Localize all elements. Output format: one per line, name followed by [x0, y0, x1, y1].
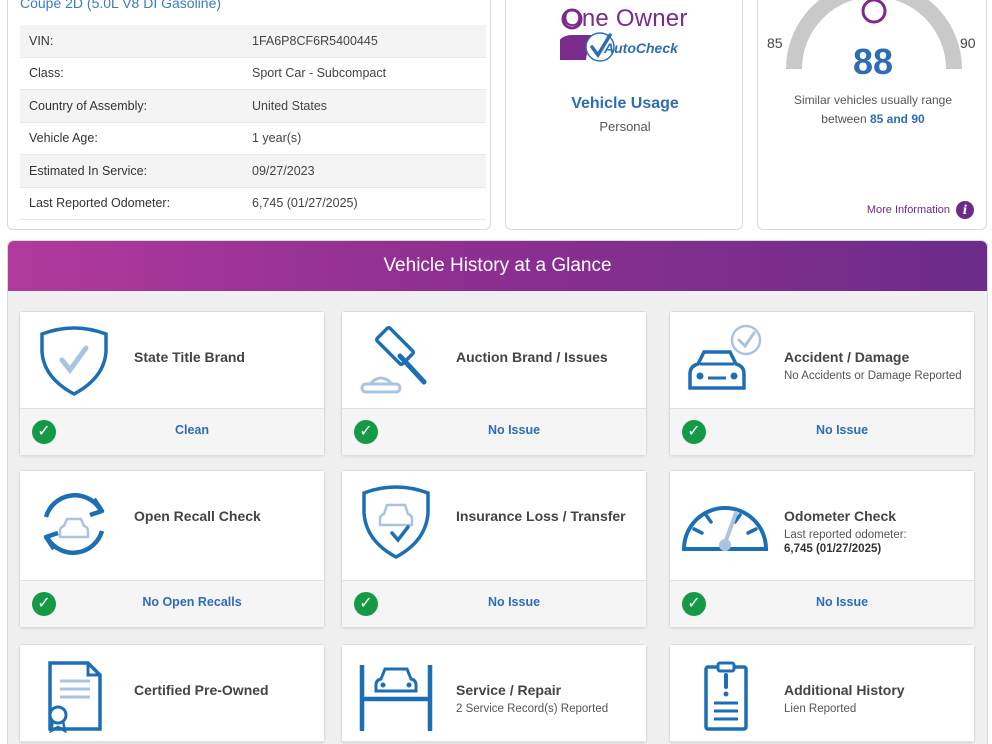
spec-row-odometer: Last Reported Odometer: 6,745 (01/27/202… — [20, 188, 486, 220]
spec-row-class: Class: Sport Car - Subcompact — [20, 58, 486, 90]
car-lift-icon — [359, 665, 433, 731]
card-top: Open Recall Check — [20, 471, 324, 581]
spec-value: 1 year(s) — [252, 131, 302, 146]
spec-table: VIN: 1FA6P8CF6R5400445 Class: Sport Car … — [20, 25, 486, 220]
info-icon[interactable]: i — [956, 201, 974, 219]
card-top: Accident / Damage No Accidents or Damage… — [670, 312, 974, 409]
autocheck-score-panel: 85 90 88 Similar vehicles usually range … — [757, 0, 987, 230]
spec-value: 6,745 (01/27/2025) — [252, 196, 358, 211]
spec-label: Country of Assembly: — [29, 98, 148, 113]
glance-header: Vehicle History at a Glance — [8, 241, 987, 291]
card-top: Insurance Loss / Transfer — [342, 471, 646, 581]
spec-label: Last Reported Odometer: — [29, 196, 171, 211]
card-status[interactable]: No Open Recalls — [60, 595, 324, 609]
card-title: Additional History — [784, 682, 905, 698]
score-description: Similar vehicles usually range between 8… — [758, 91, 988, 129]
spec-row-age: Vehicle Age: 1 year(s) — [20, 123, 486, 155]
more-information-label: More Information — [866, 204, 950, 216]
card-bottom: ✓ No Issue — [342, 581, 646, 627]
card-title: Insurance Loss / Transfer — [456, 508, 626, 524]
card-title: Auction Brand / Issues — [456, 349, 608, 365]
history-glance-section: Vehicle History at a Glance State Title … — [7, 240, 988, 744]
card-title: Certified Pre-Owned — [134, 682, 269, 698]
odometer-sub-value: 6,745 (01/27/2025) — [784, 543, 882, 555]
one-owner-logo: One Owner AutoCheck — [554, 5, 710, 65]
card-status[interactable]: No Issue — [710, 423, 974, 437]
one-owner-text: One Owner — [563, 5, 688, 32]
spec-label: Class: — [29, 66, 64, 81]
spec-row-vin: VIN: 1FA6P8CF6R5400445 — [20, 25, 486, 58]
card-subtitle: No Accidents or Damage Reported — [784, 370, 962, 382]
car-check-icon — [688, 324, 762, 390]
card-auction-brand[interactable]: Auction Brand / Issues ✓ No Issue — [341, 311, 647, 456]
spec-label: Vehicle Age: — [29, 131, 98, 146]
card-subtitle: Lien Reported — [784, 703, 857, 715]
card-bottom: ✓ No Issue — [670, 409, 974, 455]
card-top: Service / Repair 2 Service Record(s) Rep… — [342, 645, 646, 742]
card-top: Certified Pre-Owned — [20, 645, 324, 742]
vehicle-usage-title: Vehicle Usage — [571, 95, 679, 112]
card-bottom: ✓ No Open Recalls — [20, 581, 324, 627]
card-insurance-loss[interactable]: Insurance Loss / Transfer ✓ No Issue — [341, 470, 647, 628]
spec-row-in-service: Estimated In Service: 09/27/2023 — [20, 155, 486, 188]
card-top: Auction Brand / Issues — [342, 312, 646, 409]
spec-value: Sport Car - Subcompact — [252, 66, 387, 81]
card-status[interactable]: No Issue — [710, 595, 974, 609]
vehicle-trim-title: Coupe 2D (5.0L V8 DI Gasoline) — [20, 0, 222, 11]
card-bottom: ✓ Clean — [20, 409, 324, 455]
check-icon: ✓ — [32, 592, 56, 616]
card-open-recall[interactable]: Open Recall Check ✓ No Open Recalls — [19, 470, 325, 628]
vehicle-specs-panel: Coupe 2D (5.0L V8 DI Gasoline) VIN: 1FA6… — [7, 0, 491, 230]
autocheck-brand: AutoCheck — [604, 40, 678, 56]
more-information-link[interactable]: More Information i — [867, 201, 974, 219]
card-title: Odometer Check — [784, 508, 897, 524]
card-status[interactable]: Clean — [60, 423, 324, 437]
score-value: 88 — [852, 41, 894, 82]
card-subtitle: Last reported odometer: 6,745 (01/27/202… — [784, 528, 907, 556]
card-top: Additional History Lien Reported — [670, 645, 974, 742]
card-title: Open Recall Check — [134, 508, 261, 524]
score-desc-line2: between 85 and 90 — [758, 110, 988, 129]
card-certified-pre-owned[interactable]: Certified Pre-Owned — [19, 644, 325, 743]
card-title: Service / Repair — [456, 682, 562, 698]
spec-value: United States — [252, 98, 328, 113]
clipboard-alert-icon — [704, 661, 748, 731]
spec-value: 09/27/2023 — [252, 163, 315, 178]
spec-value: 1FA6P8CF6R5400445 — [252, 33, 378, 48]
gavel-icon — [360, 325, 427, 394]
card-subtitle: 2 Service Record(s) Reported — [456, 703, 609, 715]
spec-label: VIN: — [29, 33, 54, 48]
recall-cycle-icon — [43, 493, 105, 555]
odometer-sub-label: Last reported odometer: — [784, 529, 907, 541]
card-status[interactable]: No Issue — [382, 595, 646, 609]
spec-row-country: Country of Assembly: United States — [20, 90, 486, 123]
card-top: Odometer Check Last reported odometer: 6… — [670, 471, 974, 581]
card-bottom: ✓ No Issue — [342, 409, 646, 455]
card-accident-damage[interactable]: Accident / Damage No Accidents or Damage… — [669, 311, 975, 456]
score-desc-line1: Similar vehicles usually range — [793, 93, 953, 107]
card-title: Accident / Damage — [784, 349, 910, 365]
card-service-repair[interactable]: Service / Repair 2 Service Record(s) Rep… — [341, 644, 647, 743]
certificate-icon — [48, 661, 102, 733]
odometer-icon — [681, 506, 769, 551]
check-icon: ✓ — [682, 420, 706, 444]
card-top: State Title Brand — [20, 312, 324, 409]
shield-check-icon — [40, 326, 108, 396]
score-desc-range: 85 and 90 — [870, 112, 925, 126]
card-status[interactable]: No Issue — [382, 423, 646, 437]
card-title: State Title Brand — [134, 349, 245, 365]
card-state-title-brand[interactable]: State Title Brand ✓ Clean — [19, 311, 325, 456]
card-additional-history[interactable]: Additional History Lien Reported — [669, 644, 975, 743]
shield-car-icon — [362, 485, 430, 559]
check-icon: ✓ — [32, 420, 56, 444]
card-bottom: ✓ No Issue — [670, 581, 974, 627]
vehicle-usage-value: Personal — [599, 119, 651, 134]
spec-label: Estimated In Service: — [29, 163, 148, 178]
check-icon: ✓ — [354, 592, 378, 616]
card-odometer-check[interactable]: Odometer Check Last reported odometer: 6… — [669, 470, 975, 628]
check-icon: ✓ — [354, 420, 378, 444]
one-owner-panel: One Owner AutoCheck Vehicle Usage Person… — [505, 0, 743, 230]
score-desc-between: between — [821, 112, 867, 126]
check-icon: ✓ — [682, 592, 706, 616]
